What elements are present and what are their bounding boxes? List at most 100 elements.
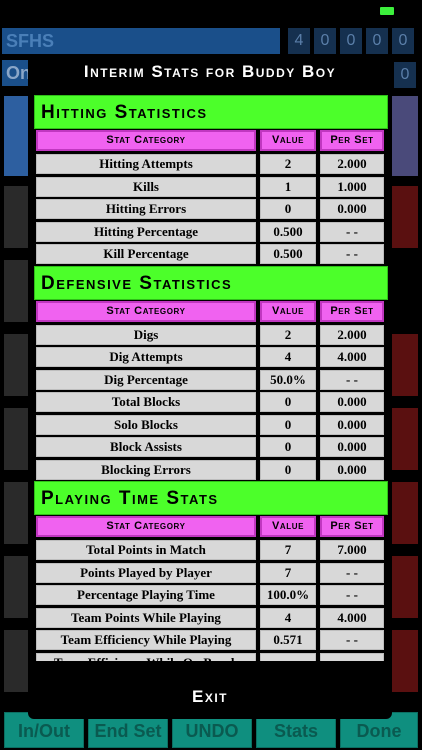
column-header: Value (260, 516, 316, 537)
table-row: Kill Percentage 0.500 - - (34, 243, 388, 266)
side-panel (392, 334, 418, 396)
stat-value: 2 (260, 324, 316, 345)
exit-button[interactable]: Exit (28, 675, 392, 719)
table-row: Blocking Errors 0 0.000 (34, 458, 388, 481)
stat-value: 0.500 (260, 244, 316, 264)
score-cell: 4 (288, 28, 310, 54)
table-row: Total Blocks 0 0.000 (34, 391, 388, 414)
table-row: Hitting Percentage 0.500 - - (34, 220, 388, 243)
column-header: Value (260, 300, 316, 322)
stat-value: - - (260, 652, 316, 661)
stat-per-set: 0.000 (320, 459, 384, 480)
stat-value: 7 (260, 540, 316, 560)
team-name[interactable]: SFHS (2, 28, 280, 54)
stat-per-set: 2.000 (320, 324, 384, 345)
stat-value: 0.571 (260, 630, 316, 650)
column-header-row: Stat Category Value Per Set (34, 515, 388, 539)
stat-category: Kills (36, 176, 256, 197)
stat-category: Points Played by Player (36, 562, 256, 583)
stat-value: 4 (260, 607, 316, 628)
side-panel (392, 96, 418, 176)
side-panel (4, 556, 28, 618)
table-row: Total Points in Match 7 7.000 (34, 539, 388, 562)
table-row: Solo Blocks 0 0.000 (34, 413, 388, 436)
stat-category: Kill Percentage (36, 244, 256, 264)
stat-category: Total Blocks (36, 392, 256, 412)
stat-per-set: - - (320, 369, 384, 390)
column-header: Stat Category (36, 130, 256, 151)
section-header: Playing Time Stats (34, 481, 388, 515)
side-panel (392, 482, 418, 544)
column-header: Per Set (320, 130, 384, 151)
battery-icon (380, 7, 394, 15)
defensive-section: Defensive Statistics Stat Category Value… (34, 265, 388, 481)
stat-per-set: 4.000 (320, 347, 384, 367)
side-panel (392, 408, 418, 470)
stat-per-set: 2.000 (320, 154, 384, 174)
stat-value: 0 (260, 459, 316, 480)
table-row: Hitting Attempts 2 2.000 (34, 153, 388, 176)
stat-category: Solo Blocks (36, 414, 256, 435)
stat-category: Dig Attempts (36, 347, 256, 367)
stat-value: 1 (260, 176, 316, 197)
stat-per-set: - - (320, 652, 384, 661)
side-panel (4, 630, 28, 692)
dialog-title: Interim Stats for Buddy Boy (83, 62, 337, 81)
stat-value: 7 (260, 562, 316, 583)
stat-category: Percentage Playing Time (36, 585, 256, 605)
table-row: Kills 1 1.000 (34, 175, 388, 198)
side-panel (4, 482, 28, 544)
table-row: Team Points While Playing 4 4.000 (34, 606, 388, 629)
interim-stats-dialog: Interim Stats for Buddy Boy Hitting Stat… (28, 55, 392, 719)
stat-category: Hitting Attempts (36, 154, 256, 174)
side-panel (4, 96, 28, 176)
column-header: Stat Category (36, 516, 256, 537)
stat-per-set: 0.000 (320, 414, 384, 435)
stat-per-set: 4.000 (320, 607, 384, 628)
score-cell: 0 (314, 28, 336, 54)
table-row: Dig Attempts 4 4.000 (34, 346, 388, 369)
stat-value: 0 (260, 199, 316, 219)
side-panel (4, 260, 28, 322)
stat-value: 50.0% (260, 369, 316, 390)
side-panel (392, 630, 418, 692)
table-row: Team Efficiency While Playing 0.571 - - (34, 629, 388, 652)
scoreboard-row: SFHS 4 0 0 0 0 (0, 26, 422, 56)
stat-per-set: 0.000 (320, 199, 384, 219)
stat-per-set: 0.000 (320, 392, 384, 412)
table-row: Digs 2 2.000 (34, 323, 388, 346)
side-panel (4, 186, 28, 248)
stat-per-set: - - (320, 221, 384, 242)
side-panel (392, 186, 418, 248)
stats-scroll-area[interactable]: Hitting Statistics Stat Category Value P… (34, 95, 388, 661)
score-cell: 0 (366, 28, 388, 54)
column-header-row: Stat Category Value Per Set (34, 299, 388, 324)
section-header: Hitting Statistics (34, 95, 388, 129)
stat-per-set: - - (320, 630, 384, 650)
side-panel (392, 556, 418, 618)
stat-per-set: - - (320, 562, 384, 583)
stat-value: 0.500 (260, 221, 316, 242)
stat-value: 0 (260, 414, 316, 435)
table-row: Block Assists 0 0.000 (34, 436, 388, 459)
stat-per-set: - - (320, 244, 384, 264)
column-header: Stat Category (36, 300, 256, 322)
stat-value: 0 (260, 437, 316, 457)
stat-per-set: 7.000 (320, 540, 384, 560)
table-row: Percentage Playing Time 100.0% - - (34, 584, 388, 607)
score-cell: 0 (394, 62, 416, 88)
column-header: Value (260, 130, 316, 151)
stat-per-set: 1.000 (320, 176, 384, 197)
stat-value: 2 (260, 154, 316, 174)
stat-category: Hitting Errors (36, 199, 256, 219)
stat-category: Dig Percentage (36, 369, 256, 390)
hitting-section: Hitting Statistics Stat Category Value P… (34, 95, 388, 266)
stat-per-set: - - (320, 585, 384, 605)
table-row: Hitting Errors 0 0.000 (34, 198, 388, 221)
stat-value: 0 (260, 392, 316, 412)
score-cell: 0 (340, 28, 362, 54)
stat-category: Total Points in Match (36, 540, 256, 560)
score-cell: 0 (392, 28, 414, 54)
stat-category: Block Assists (36, 437, 256, 457)
stat-category: Blocking Errors (36, 459, 256, 480)
